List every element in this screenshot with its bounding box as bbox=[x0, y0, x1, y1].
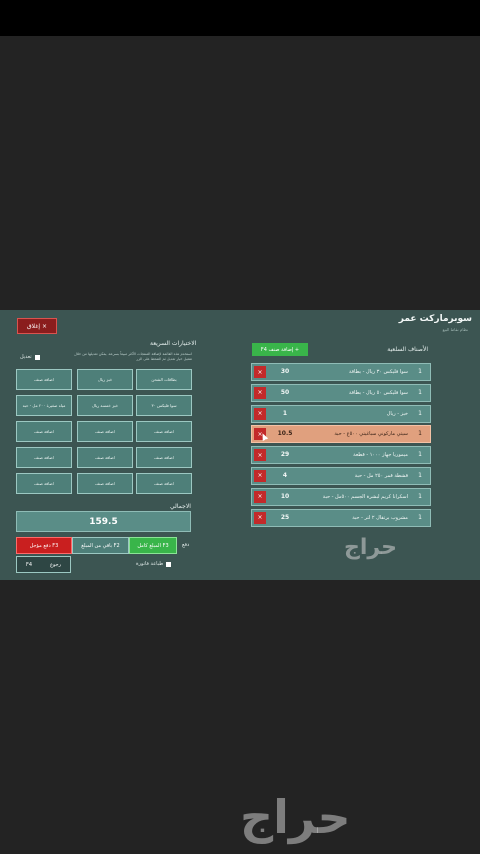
cart-row[interactable]: × 50 سوا فليكس ٥٠ ريال - بطاقة 1 bbox=[251, 383, 431, 402]
checkbox-icon bbox=[166, 561, 172, 567]
cart-row[interactable]: × 1 خبز - ريال 1 bbox=[251, 404, 431, 423]
remove-item-icon[interactable]: × bbox=[254, 511, 266, 524]
pos-window: سوبرماركت عمر نظام نقاط البيع × إغلاق ال… bbox=[0, 310, 480, 580]
quick-button[interactable]: خبز خمسة ريال bbox=[77, 395, 133, 416]
remove-item-icon[interactable]: × bbox=[254, 490, 266, 503]
cart-item-qty: 1 bbox=[418, 388, 422, 396]
remove-item-icon[interactable]: × bbox=[254, 407, 266, 420]
cart-row[interactable]: × 4 قشطة قمر ٢٥٠ مل - حبة 1 bbox=[251, 466, 431, 485]
cart-row[interactable]: × 29 ميموريا جهاز ١٠٠٠ - قطعة 1 bbox=[251, 446, 431, 465]
edit-label: تعديل bbox=[20, 354, 32, 360]
quick-title: الاختيارات السريعة bbox=[150, 340, 197, 347]
close-label: إغلاق bbox=[26, 322, 41, 330]
checkbox-icon bbox=[34, 354, 40, 360]
pay-later-button[interactable]: F3 دفع مؤجل bbox=[16, 537, 72, 554]
cart-row[interactable]: × 10 اسكرانا كريم لبشرة الجسم ٥٠٠مل - حب… bbox=[251, 487, 431, 506]
cart-item-name: مشروب برتقال ٢ لتر - حبة bbox=[352, 514, 408, 521]
cart-item-name: اسكرانا كريم لبشرة الجسم ٥٠٠مل - حبة bbox=[322, 493, 408, 500]
letterbox-top bbox=[0, 36, 480, 310]
quick-button[interactable]: اضافة صنف bbox=[77, 447, 133, 468]
cart-item-qty: 1 bbox=[418, 368, 422, 375]
close-icon: × bbox=[42, 322, 48, 330]
quick-button[interactable]: بطاقات الشحن bbox=[136, 369, 192, 390]
quick-button[interactable]: اضافة صنف bbox=[77, 421, 133, 442]
quick-button[interactable]: اضافة صنف bbox=[16, 369, 72, 390]
cart-item-name: سوا فليكس ٣٠ ريال - بطاقة bbox=[348, 369, 408, 375]
cart-list: × 30 سوا فليكس ٣٠ ريال - بطاقة 1 × 50 سو… bbox=[251, 363, 431, 529]
cart-item-name: ميموريا جهاز ١٠٠٠ - قطعة bbox=[353, 452, 408, 459]
quick-button[interactable]: اضافة صنف bbox=[16, 473, 72, 494]
print-invoice-checkbox[interactable]: طباعة فاتورة bbox=[136, 561, 172, 567]
cart-item-qty: 1 bbox=[418, 492, 422, 500]
edit-checkbox[interactable]: تعديل bbox=[20, 354, 40, 360]
return-button[interactable]: رجوع F4 bbox=[16, 556, 71, 573]
cart-item-qty: 1 bbox=[418, 471, 422, 479]
cart-item-qty: 1 bbox=[418, 513, 422, 521]
watermark-logo: حراج bbox=[240, 790, 351, 844]
quick-description: استخدم هذه القائمة لإضافة المنتجات الأكث… bbox=[74, 352, 192, 361]
quick-button[interactable]: اضافة صنف bbox=[136, 421, 192, 442]
cart-row-selected[interactable]: × 10.5 سيتي ماركوني سباغيتي ٥٠٠غ - حبة 1 bbox=[251, 425, 431, 444]
payment-label: دفع bbox=[182, 542, 190, 548]
cart-item-qty: 1 bbox=[418, 409, 422, 417]
remove-item-icon[interactable]: × bbox=[254, 366, 266, 378]
total-label: الاجمالي bbox=[170, 503, 191, 510]
close-button[interactable]: × إغلاق bbox=[17, 318, 57, 334]
cart-item-name: سيتي ماركوني سباغيتي ٥٠٠غ - حبة bbox=[334, 431, 408, 438]
cart-item-name: قشطة قمر ٢٥٠ مل - حبة bbox=[354, 472, 408, 479]
quick-button[interactable]: اضافة صنف bbox=[16, 447, 72, 468]
quick-button[interactable]: اضافة صنف bbox=[136, 473, 192, 494]
cart-title: الأصناف السلعية bbox=[387, 346, 428, 353]
quick-button[interactable]: اضافة صنف bbox=[136, 447, 192, 468]
quick-button[interactable]: سوا فليكس ٣٠ bbox=[136, 395, 192, 416]
return-label: رجوع bbox=[49, 561, 62, 568]
print-invoice-label: طباعة فاتورة bbox=[136, 561, 164, 567]
quick-button[interactable]: مياه صغيرة ٢٠٠ مل - حبة bbox=[16, 395, 72, 416]
remove-item-icon[interactable]: × bbox=[254, 469, 266, 482]
cart-item-qty: 1 bbox=[418, 451, 422, 459]
add-category-button[interactable]: + إضافة صنف F4 bbox=[252, 343, 308, 356]
return-key: F4 bbox=[25, 561, 33, 568]
quick-button[interactable]: اضافة صنف bbox=[77, 473, 133, 494]
app-subtitle: نظام نقاط البيع bbox=[442, 327, 468, 332]
quick-button[interactable]: خبز ريال bbox=[77, 369, 133, 390]
cart-item-qty: 1 bbox=[418, 430, 422, 438]
pay-full-button[interactable]: F3 المبلغ كامل bbox=[129, 537, 177, 554]
watermark-text: حراج bbox=[344, 535, 397, 560]
quick-button[interactable]: اضافة صنف bbox=[16, 421, 72, 442]
remove-item-icon[interactable]: × bbox=[254, 386, 266, 399]
total-value: 159.5 bbox=[16, 511, 191, 532]
cart-row[interactable]: × 30 سوا فليكس ٣٠ ريال - بطاقة 1 bbox=[251, 363, 431, 381]
cart-item-name: سوا فليكس ٥٠ ريال - بطاقة bbox=[348, 389, 408, 396]
status-bar bbox=[0, 0, 480, 36]
cart-row[interactable]: × 25 مشروب برتقال ٢ لتر - حبة 1 bbox=[251, 508, 431, 527]
remove-item-icon[interactable]: × bbox=[254, 449, 266, 462]
cart-item-name: خبز - ريال bbox=[386, 410, 408, 417]
pay-rest-button[interactable]: F2 باقي من المبلغ bbox=[72, 537, 129, 554]
app-title: سوبرماركت عمر bbox=[398, 314, 472, 324]
